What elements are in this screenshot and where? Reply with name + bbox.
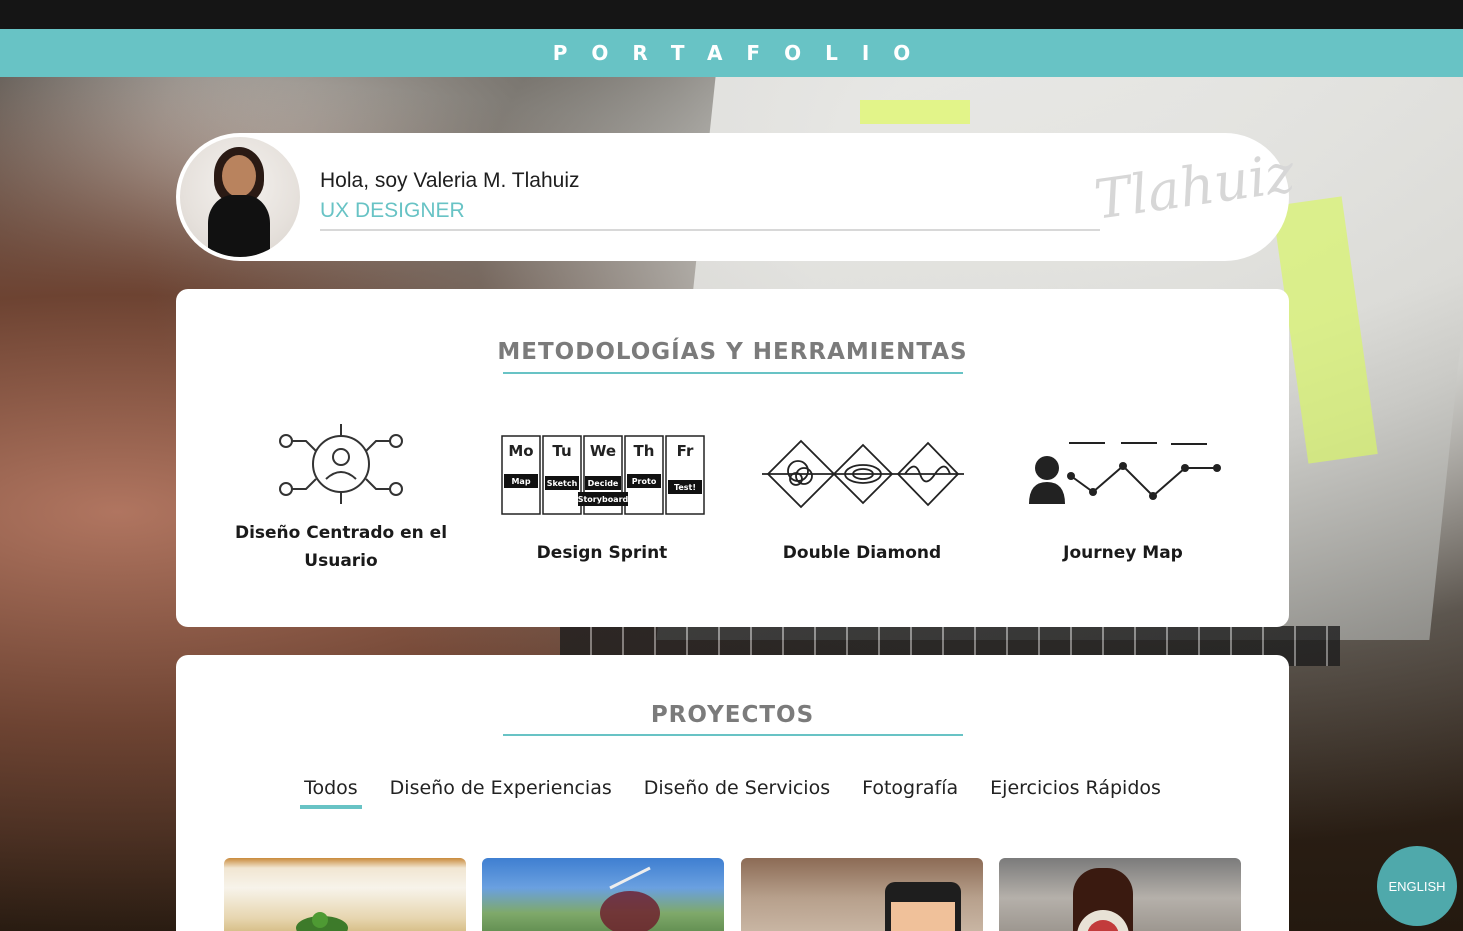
method-design-sprint[interactable]: Mo Tu We Th Fr Map Sketch Decide Proto T…: [482, 429, 722, 579]
project-thumbnail[interactable]: [482, 858, 724, 931]
tab-todos[interactable]: Todos: [300, 775, 362, 809]
design-sprint-icon: Mo Tu We Th Fr Map Sketch Decide Proto T…: [501, 435, 705, 515]
methods-title: METODOLOGÍAS Y HERRAMIENTAS: [497, 339, 968, 365]
method-double-diamond[interactable]: Double Diamond: [742, 429, 982, 579]
language-toggle-button[interactable]: ENGLISH: [1377, 846, 1457, 926]
sprint-day: Th: [634, 442, 655, 460]
profile-role: UX DESIGNER: [320, 199, 465, 222]
food-image: [296, 912, 348, 931]
journey-map-icon: [1029, 442, 1221, 504]
title-underline: [503, 734, 963, 736]
tab-ejercicios[interactable]: Ejercicios Rápidos: [986, 775, 1165, 809]
sprint-day: We: [590, 442, 616, 460]
signature: Tlahuiz: [1090, 141, 1299, 232]
sprint-step: Storyboard: [578, 495, 629, 504]
projects-card: PROYECTOS Todos Diseño de Experiencias D…: [176, 655, 1289, 931]
sprint-step: Decide: [588, 479, 619, 488]
methods-card: METODOLOGÍAS Y HERRAMIENTAS Diseño Centr…: [176, 289, 1289, 627]
top-band: [0, 0, 1463, 29]
bottle-image: [1073, 868, 1133, 931]
sprint-step: Map: [511, 477, 530, 486]
profile-card: Hola, soy Valeria M. Tlahuiz UX DESIGNER…: [176, 133, 1298, 261]
title-underline: [503, 372, 963, 374]
method-label: Journey Map: [1063, 543, 1183, 563]
method-journey-map[interactable]: Journey Map: [1003, 429, 1243, 579]
project-thumbnail[interactable]: [224, 858, 466, 931]
sprint-step: Test!: [674, 483, 696, 492]
profile-greeting: Hola, soy Valeria M. Tlahuiz: [320, 169, 580, 192]
avatar: [180, 137, 300, 257]
method-label: Diseño Centrado en el Usuario: [234, 523, 448, 571]
project-filter-tabs: Todos Diseño de Experiencias Diseño de S…: [176, 775, 1289, 809]
site-header: PORTAFOLIO: [0, 29, 1463, 77]
project-thumbnail[interactable]: [999, 858, 1241, 931]
method-label: Design Sprint: [536, 543, 668, 563]
phone-image: [885, 882, 961, 931]
sprint-day: Tu: [552, 442, 571, 460]
sprint-day: Fr: [677, 442, 694, 460]
user-centered-icon: [279, 424, 403, 504]
site-title[interactable]: PORTAFOLIO: [529, 41, 935, 65]
divider: [320, 229, 1100, 231]
method-label: Double Diamond: [782, 543, 942, 563]
tab-experiencias[interactable]: Diseño de Experiencias: [386, 775, 616, 809]
sprint-step: Proto: [632, 477, 657, 486]
projects-title: PROYECTOS: [650, 702, 815, 728]
project-thumbnail[interactable]: [741, 858, 983, 931]
sprint-day: Mo: [508, 442, 533, 460]
background-highlight: [860, 100, 970, 124]
wine-glass-image: [600, 866, 660, 931]
method-user-centered[interactable]: Diseño Centrado en el Usuario: [221, 419, 461, 579]
tab-fotografia[interactable]: Fotografía: [858, 775, 962, 809]
sprint-step: Sketch: [547, 479, 578, 488]
double-diamond-icon: [762, 439, 964, 509]
tab-servicios[interactable]: Diseño de Servicios: [640, 775, 834, 809]
